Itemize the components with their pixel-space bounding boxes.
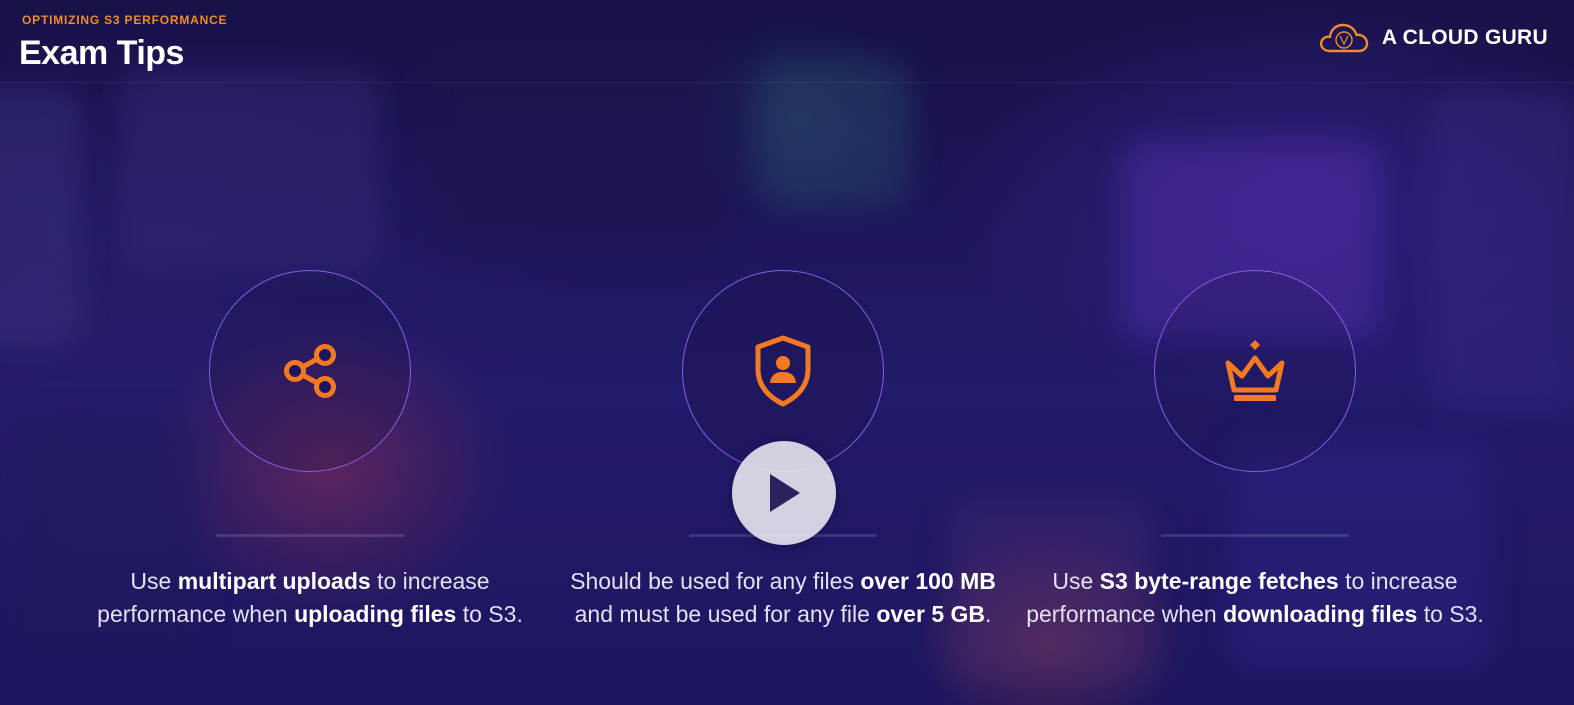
tip-emphasis: uploading files — [294, 601, 457, 627]
tip-divider — [1161, 534, 1349, 537]
tip-text: Use multipart uploads to increase perfor… — [80, 565, 540, 631]
tip-segment: Use — [130, 568, 178, 594]
tip-icon-circle — [1154, 270, 1356, 472]
tip-emphasis: over 100 MB — [860, 568, 996, 594]
tip-text: Should be used for any files over 100 MB… — [553, 565, 1013, 631]
brand-logo: A CLOUD GURU — [1318, 22, 1548, 54]
play-button[interactable] — [732, 441, 836, 545]
shield-user-icon — [755, 335, 811, 407]
tip-emphasis: over 5 GB — [876, 601, 985, 627]
tip-emphasis: downloading files — [1223, 601, 1418, 627]
tip-emphasis: S3 byte-range fetches — [1099, 568, 1339, 594]
tip-card-byte-range: Use S3 byte-range fetches to increase pe… — [1025, 270, 1485, 631]
section-kicker: OPTIMIZING S3 PERFORMANCE — [22, 13, 228, 27]
tip-segment: . — [985, 601, 992, 627]
brand-name: A CLOUD GURU — [1381, 26, 1548, 49]
crown-icon — [1225, 340, 1285, 401]
tip-segment: Should be used for any files — [570, 568, 861, 594]
tip-icon-circle — [209, 270, 411, 472]
header-divider — [0, 82, 1574, 83]
tip-text: Use S3 byte-range fetches to increase pe… — [1025, 565, 1485, 631]
page-title: Exam Tips — [19, 34, 184, 72]
tip-segment: to S3. — [456, 601, 523, 627]
share-icon — [284, 344, 336, 398]
cloud-logo-icon — [1319, 23, 1369, 53]
tip-segment: and must be used for any file — [574, 601, 877, 627]
tip-segment: to S3. — [1417, 601, 1484, 627]
tip-divider — [216, 534, 404, 537]
tip-card-multipart: Use multipart uploads to increase perfor… — [80, 270, 540, 631]
tip-segment: Use — [1052, 568, 1100, 594]
tip-emphasis: multipart uploads — [177, 568, 371, 594]
play-icon — [770, 474, 800, 512]
